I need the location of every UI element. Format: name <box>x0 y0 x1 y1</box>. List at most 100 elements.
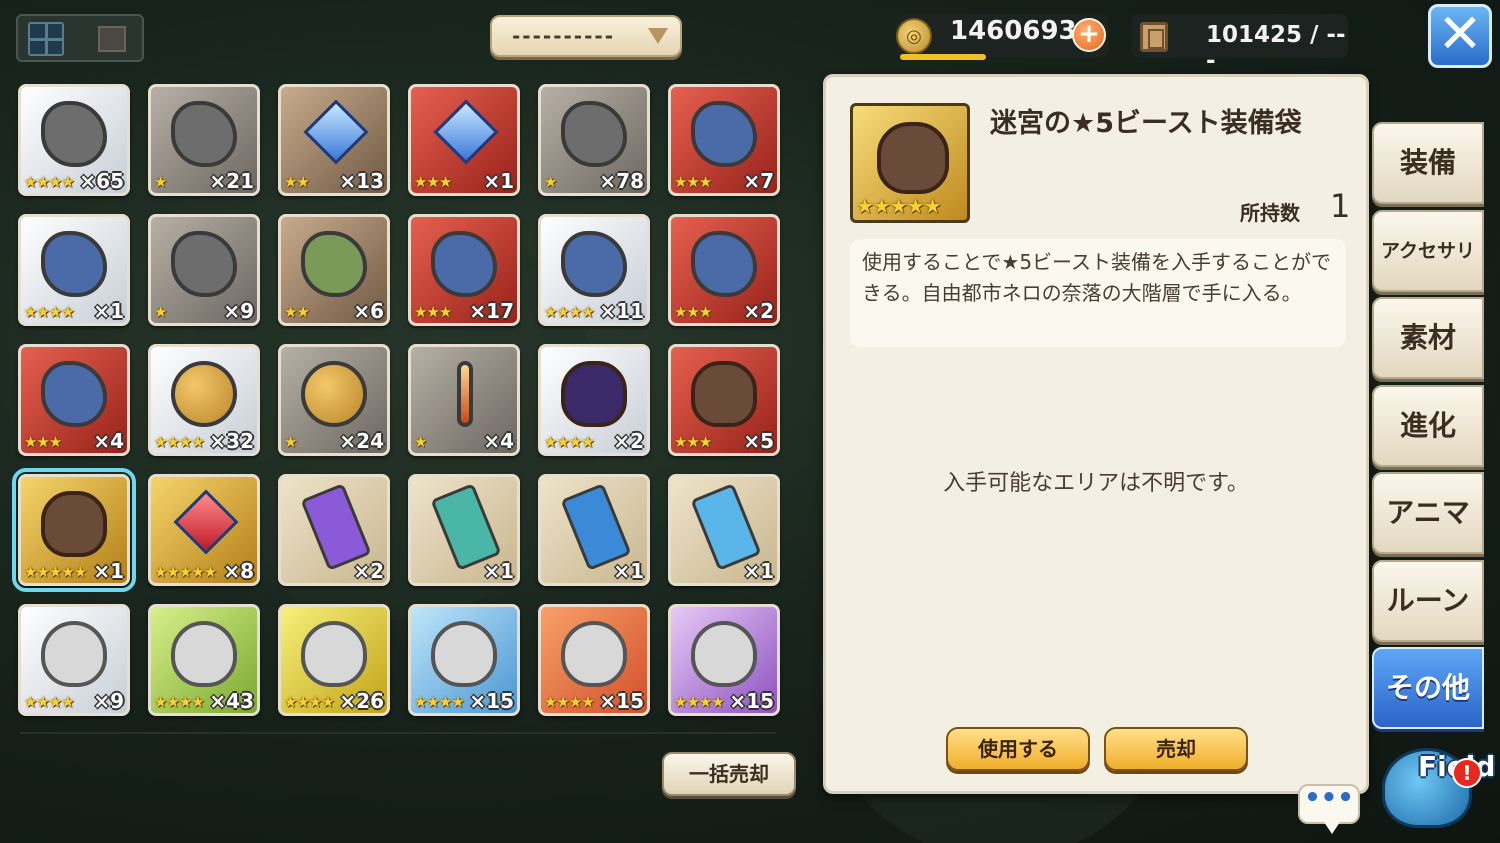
item-stars: ★★★★ <box>414 693 465 711</box>
vial-icon <box>457 361 473 427</box>
tab-rune[interactable]: ルーン <box>1372 559 1484 642</box>
gold-amount: 1460693 <box>950 16 1077 46</box>
list-view-icon[interactable] <box>98 26 126 52</box>
item-stars: ★★★ <box>674 173 712 191</box>
bag-icon <box>691 361 757 427</box>
crystal-icon <box>303 99 369 165</box>
item-tile[interactable]: ★★★★ ×2 <box>538 344 650 456</box>
item-count: ×4 <box>483 429 514 453</box>
close-button[interactable]: ✕ <box>1428 4 1492 68</box>
item-tile[interactable]: ×1 <box>538 474 650 586</box>
item-count: ×1 <box>93 299 124 323</box>
item-tile[interactable]: ★ ×24 <box>278 344 390 456</box>
item-tile[interactable]: ★★★ ×17 <box>408 214 520 326</box>
item-tile[interactable]: ★ ×21 <box>148 84 260 196</box>
chevron-down-icon <box>648 28 668 44</box>
bulk-sell-button[interactable]: 一括売却 <box>662 752 796 796</box>
item-tile[interactable]: ×2 <box>278 474 390 586</box>
bag-icon <box>41 491 107 557</box>
item-stars: ★★★★ <box>154 433 205 451</box>
use-button[interactable]: 使用する <box>946 727 1090 771</box>
item-stars: ★★★★ <box>544 303 595 321</box>
storage-amount: 101425 / --- <box>1206 22 1346 74</box>
item-stars: ★ <box>154 173 167 191</box>
item-tile[interactable]: ★★★★ ×43 <box>148 604 260 716</box>
item-tile[interactable]: ★★★★ ×15 <box>408 604 520 716</box>
item-stars: ★★★★ <box>674 693 725 711</box>
field-button[interactable]: Field ! <box>1378 738 1500 843</box>
item-tile[interactable]: ★★★★ ×15 <box>538 604 650 716</box>
item-tile[interactable]: ★ ×9 <box>148 214 260 326</box>
item-tile[interactable]: ★ ×4 <box>408 344 520 456</box>
ticket-icon <box>300 483 372 571</box>
item-count: ×15 <box>729 689 774 713</box>
owned-count-value: 1 <box>1330 187 1351 225</box>
item-tile[interactable]: ★ ×78 <box>538 84 650 196</box>
item-stars: ★★★★★ <box>24 563 87 581</box>
item-count: ×1 <box>743 559 774 583</box>
item-count: ×1 <box>483 559 514 583</box>
item-tile[interactable]: ×1 <box>408 474 520 586</box>
item-count: ×65 <box>79 169 124 193</box>
tab-material[interactable]: 素材 <box>1372 297 1484 379</box>
tab-equipment[interactable]: 装備 <box>1372 122 1484 204</box>
item-stars: ★★ <box>284 173 310 191</box>
sort-dropdown[interactable]: ---------- <box>490 15 682 57</box>
item-tile[interactable]: ★★★★ ×1 <box>18 214 130 326</box>
item-count: ×32 <box>209 429 254 453</box>
item-tile[interactable]: ★★ ×6 <box>278 214 390 326</box>
item-tile[interactable]: ★★★★ ×11 <box>538 214 650 326</box>
item-count: ×15 <box>469 689 514 713</box>
item-tile[interactable]: ★★★★ ×9 <box>18 604 130 716</box>
storage-counter: 101425 / --- <box>1132 14 1348 74</box>
item-count: ×17 <box>469 299 514 323</box>
item-stars: ★ <box>414 433 427 451</box>
item-stars: ★★★ <box>674 433 712 451</box>
tab-evolution[interactable]: 進化 <box>1372 384 1484 467</box>
head-icon <box>431 621 497 687</box>
bag-icon <box>561 361 627 427</box>
tab-accessory[interactable]: アクセサリ <box>1372 209 1484 292</box>
detail-item-icon: ★★★★★ <box>850 103 970 223</box>
item-tile[interactable]: ★★★★★ ×8 <box>148 474 260 586</box>
item-tile[interactable]: ★★★★ ×15 <box>668 604 780 716</box>
item-tile[interactable]: ★★★★★ ×1 <box>12 468 136 592</box>
rune-stone-icon <box>561 231 627 297</box>
rune-stone-icon <box>691 231 757 297</box>
item-tile[interactable]: ★★★ ×4 <box>18 344 130 456</box>
tab-anima[interactable]: アニマ <box>1372 472 1484 554</box>
tab-other[interactable]: その他 <box>1372 647 1484 729</box>
sell-button[interactable]: 売却 <box>1104 727 1248 771</box>
item-tile[interactable]: ★★★★ ×32 <box>148 344 260 456</box>
item-tile[interactable]: ★★★ ×2 <box>668 214 780 326</box>
ticket-icon <box>560 483 632 571</box>
item-stars: ★ <box>284 433 297 451</box>
item-stars: ★★★★ <box>24 303 75 321</box>
rune-stone-icon <box>431 231 497 297</box>
item-tile[interactable]: ★★★★ ×65 <box>18 84 130 196</box>
fruit-icon <box>171 361 237 427</box>
item-tile[interactable]: ★★★ ×1 <box>408 84 520 196</box>
grid-view-icon[interactable] <box>28 22 64 56</box>
chat-button[interactable]: ••• <box>1298 784 1360 834</box>
item-count: ×24 <box>339 429 384 453</box>
head-icon <box>691 621 757 687</box>
rune-stone-icon <box>41 361 107 427</box>
item-tile[interactable]: ★★★★ ×26 <box>278 604 390 716</box>
item-tile[interactable]: ★★★ ×5 <box>668 344 780 456</box>
item-tile[interactable]: ×1 <box>668 474 780 586</box>
item-tile[interactable]: ★★★ ×7 <box>668 84 780 196</box>
ticket-icon <box>430 483 502 571</box>
gold-bar <box>900 54 986 60</box>
rune-stone-icon <box>171 231 237 297</box>
item-count: ×8 <box>223 559 254 583</box>
detail-item-title: 迷宮の★5ビースト装備袋 <box>990 108 1302 139</box>
item-tile[interactable]: ★★ ×13 <box>278 84 390 196</box>
storage-icon <box>1140 22 1168 52</box>
item-stars: ★★★★★ <box>154 563 217 581</box>
divider <box>20 732 776 734</box>
item-count: ×6 <box>353 299 384 323</box>
sort-dropdown-label: ---------- <box>512 24 616 48</box>
add-gold-button[interactable]: + <box>1072 18 1106 52</box>
item-stars: ★★★ <box>414 173 452 191</box>
